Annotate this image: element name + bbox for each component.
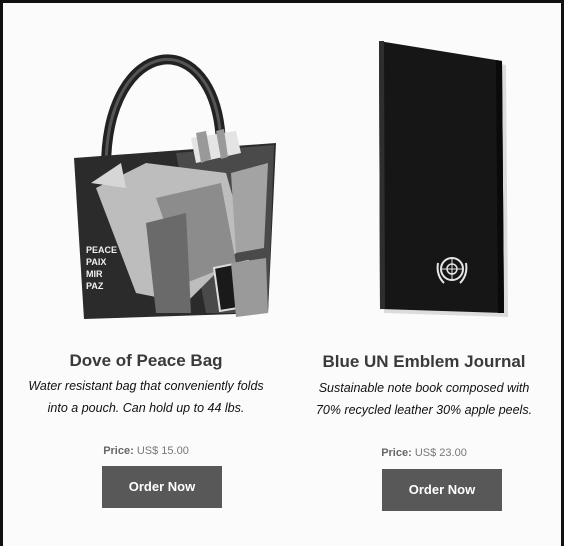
product-description: Water resistant bag that conveniently fo… [6,375,286,419]
product-card-un-journal: Blue UN Emblem Journal Sustainable note … [284,3,564,549]
product-price: Price: US$ 15.00 [6,445,286,457]
product-image-un-journal[interactable] [284,13,564,333]
product-description: Sustainable note book composed with 70% … [284,377,564,421]
bag-print-text-1: PEACE [86,245,117,255]
product-price: Price: US$ 23.00 [284,447,564,459]
price-label: Price: [103,445,134,457]
bag-print-text-2: PAIX [86,257,106,267]
order-now-button[interactable]: Order Now [382,469,502,511]
product-card-dove-bag: PEACE PAIX MIR PAZ Dove of Peace Bag Wat… [6,3,286,549]
product-title[interactable]: Blue UN Emblem Journal [284,352,564,372]
price-value: US$ 15.00 [136,445,189,457]
price-label: Price: [381,447,412,459]
product-title[interactable]: Dove of Peace Bag [6,351,286,371]
product-description-line-1: Water resistant bag that conveniently fo… [28,379,264,393]
product-image-dove-bag[interactable]: PEACE PAIX MIR PAZ [6,13,286,333]
product-description-line-2: into a pouch. Can hold up to 44 lbs. [47,401,245,415]
order-now-button[interactable]: Order Now [102,466,222,508]
product-grid: PEACE PAIX MIR PAZ Dove of Peace Bag Wat… [0,0,564,546]
bag-print-text-4: PAZ [86,281,104,291]
bag-print-text-3: MIR [86,269,103,279]
price-value: US$ 23.00 [414,447,467,459]
product-description-line-1: Sustainable note book composed with [318,381,530,395]
product-description-line-2: 70% recycled leather 30% apple peels. [315,403,533,417]
